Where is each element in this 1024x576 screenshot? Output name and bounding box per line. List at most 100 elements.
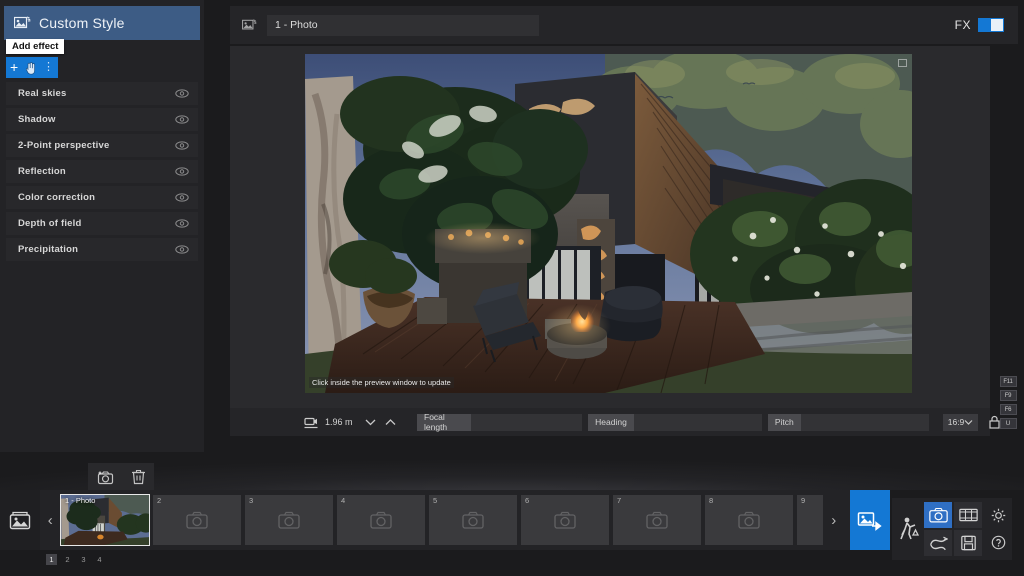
delete-photo-icon[interactable]: [131, 469, 146, 485]
thumbnail-4[interactable]: 4: [337, 495, 425, 545]
focal-length-value[interactable]: [471, 414, 582, 431]
eye-icon[interactable]: [175, 193, 189, 202]
photo-name-input[interactable]: 1 - Photo: [267, 15, 539, 36]
focal-length-label: Focal length: [417, 414, 471, 431]
page-4[interactable]: 4: [94, 554, 105, 565]
effect-label: Color correction: [18, 192, 95, 203]
add-effect-tooltip: Add effect: [6, 39, 64, 54]
camera-placeholder-icon: [245, 495, 333, 545]
effect-row[interactable]: Depth of field: [6, 212, 198, 235]
eye-icon[interactable]: [175, 167, 189, 176]
camera-placeholder-icon: [337, 495, 425, 545]
camera-height-value[interactable]: 1.96 m: [325, 417, 357, 427]
mode-panel-extras: [988, 502, 1008, 556]
shortcut-key-f11[interactable]: F11: [1000, 376, 1017, 387]
effect-label: 2-Point perspective: [18, 140, 109, 151]
thumbnail-3[interactable]: 3: [245, 495, 333, 545]
thumbnail-2[interactable]: 2: [153, 495, 241, 545]
effect-row[interactable]: 2-Point perspective: [6, 134, 198, 157]
thumbnail-list: 1 - Photo 2 3: [61, 495, 823, 545]
thumbnail-7[interactable]: 7: [613, 495, 701, 545]
page-2[interactable]: 2: [62, 554, 73, 565]
export-image-button[interactable]: [850, 490, 890, 550]
hand-cursor-icon: [24, 61, 37, 75]
animation-mode-button[interactable]: [924, 530, 952, 556]
add-effect-button[interactable]: + ⋮: [6, 57, 58, 78]
photo-mode-button[interactable]: [924, 502, 952, 528]
fx-toggle-switch[interactable]: [978, 18, 1004, 32]
eye-icon[interactable]: [175, 245, 189, 254]
fx-label: FX: [955, 18, 971, 32]
heading-value[interactable]: [634, 414, 762, 431]
page-1[interactable]: 1: [46, 554, 57, 565]
render-preview-image[interactable]: Click inside the preview window to updat…: [305, 54, 912, 393]
lock-aspect-icon[interactable]: [988, 415, 1001, 429]
camera-height-group: 1.96 m: [304, 414, 397, 430]
pitch-field[interactable]: Pitch: [768, 414, 929, 431]
pitch-value[interactable]: [801, 414, 929, 431]
chevron-down-icon[interactable]: [364, 414, 377, 430]
filmstrip-tools: [88, 463, 154, 491]
eye-icon[interactable]: [175, 219, 189, 228]
effect-label: Precipitation: [18, 244, 78, 255]
camera-placeholder-icon: [613, 495, 701, 545]
preview-caption: Click inside the preview window to updat…: [309, 377, 454, 388]
fx-toggle-group: FX: [955, 18, 1004, 32]
focal-length-field[interactable]: Focal length: [417, 414, 582, 431]
thumbnail-6[interactable]: 6: [521, 495, 609, 545]
effect-row[interactable]: Reflection: [6, 160, 198, 183]
thumbnail-8[interactable]: 8: [705, 495, 793, 545]
photo-topbar: 1 - Photo FX: [230, 6, 1018, 44]
sidebar-header[interactable]: Custom Style: [4, 6, 200, 40]
effect-row[interactable]: Shadow: [6, 108, 198, 131]
help-icon[interactable]: [988, 530, 1008, 556]
photo-filmstrip: ‹: [0, 490, 890, 550]
eye-icon[interactable]: [175, 115, 189, 124]
sidebar-title: Custom Style: [39, 15, 125, 31]
walk-person-icon[interactable]: [896, 502, 924, 556]
panorama-mode-button[interactable]: [954, 502, 982, 528]
effect-row[interactable]: Color correction: [6, 186, 198, 209]
application-window: Custom Style Add effect + ⋮ Real skies S…: [0, 0, 1024, 576]
chevron-up-icon[interactable]: [384, 414, 397, 430]
camera-placeholder-icon: [153, 495, 241, 545]
aspect-ratio-select[interactable]: 16:9: [943, 414, 979, 431]
heading-field[interactable]: Heading: [588, 414, 762, 431]
resize-corner-icon[interactable]: [898, 59, 907, 67]
mode-grid: [924, 502, 982, 556]
camera-height-icon[interactable]: [304, 416, 318, 429]
gallery-button[interactable]: [0, 490, 40, 550]
filmstrip-next-button[interactable]: ›: [823, 490, 844, 550]
style-image-icon: [14, 16, 31, 31]
shortcut-key-f9[interactable]: F9: [1000, 390, 1017, 401]
shortcut-key-u[interactable]: U: [1000, 418, 1017, 429]
shortcut-key-f6[interactable]: F6: [1000, 404, 1017, 415]
chevron-down-icon: [964, 419, 973, 425]
bottom-area: ‹: [0, 452, 1024, 576]
gear-icon[interactable]: [988, 503, 1008, 529]
effects-list: Real skies Shadow 2-Point perspective Re…: [6, 82, 198, 264]
custom-style-sidebar: Custom Style Add effect + ⋮ Real skies S…: [0, 0, 204, 452]
effect-label: Depth of field: [18, 218, 82, 229]
heading-label: Heading: [588, 414, 634, 431]
save-mode-button[interactable]: [954, 530, 982, 556]
preview-panel[interactable]: Click inside the preview window to updat…: [230, 46, 990, 408]
filmstrip-pagination: 1 2 3 4: [46, 554, 105, 565]
eye-icon[interactable]: [175, 141, 189, 150]
thumbnail-label: 1 - Photo: [65, 496, 95, 505]
style-image-icon[interactable]: [242, 19, 257, 32]
eye-icon[interactable]: [175, 89, 189, 98]
filmstrip-prev-button[interactable]: ‹: [40, 490, 61, 550]
thumbnail-9[interactable]: 9: [797, 495, 823, 545]
effect-label: Reflection: [18, 166, 66, 177]
thumbnail-5[interactable]: 5: [429, 495, 517, 545]
page-3[interactable]: 3: [78, 554, 89, 565]
effect-label: Shadow: [18, 114, 56, 125]
thumbnail-1[interactable]: 1 - Photo: [61, 495, 149, 545]
plus-icon: +: [10, 60, 18, 76]
more-options-icon[interactable]: ⋮: [43, 62, 54, 73]
effect-row[interactable]: Precipitation: [6, 238, 198, 261]
architectural-render: [305, 54, 912, 393]
add-photo-icon[interactable]: [97, 470, 114, 485]
effect-row[interactable]: Real skies: [6, 82, 198, 105]
